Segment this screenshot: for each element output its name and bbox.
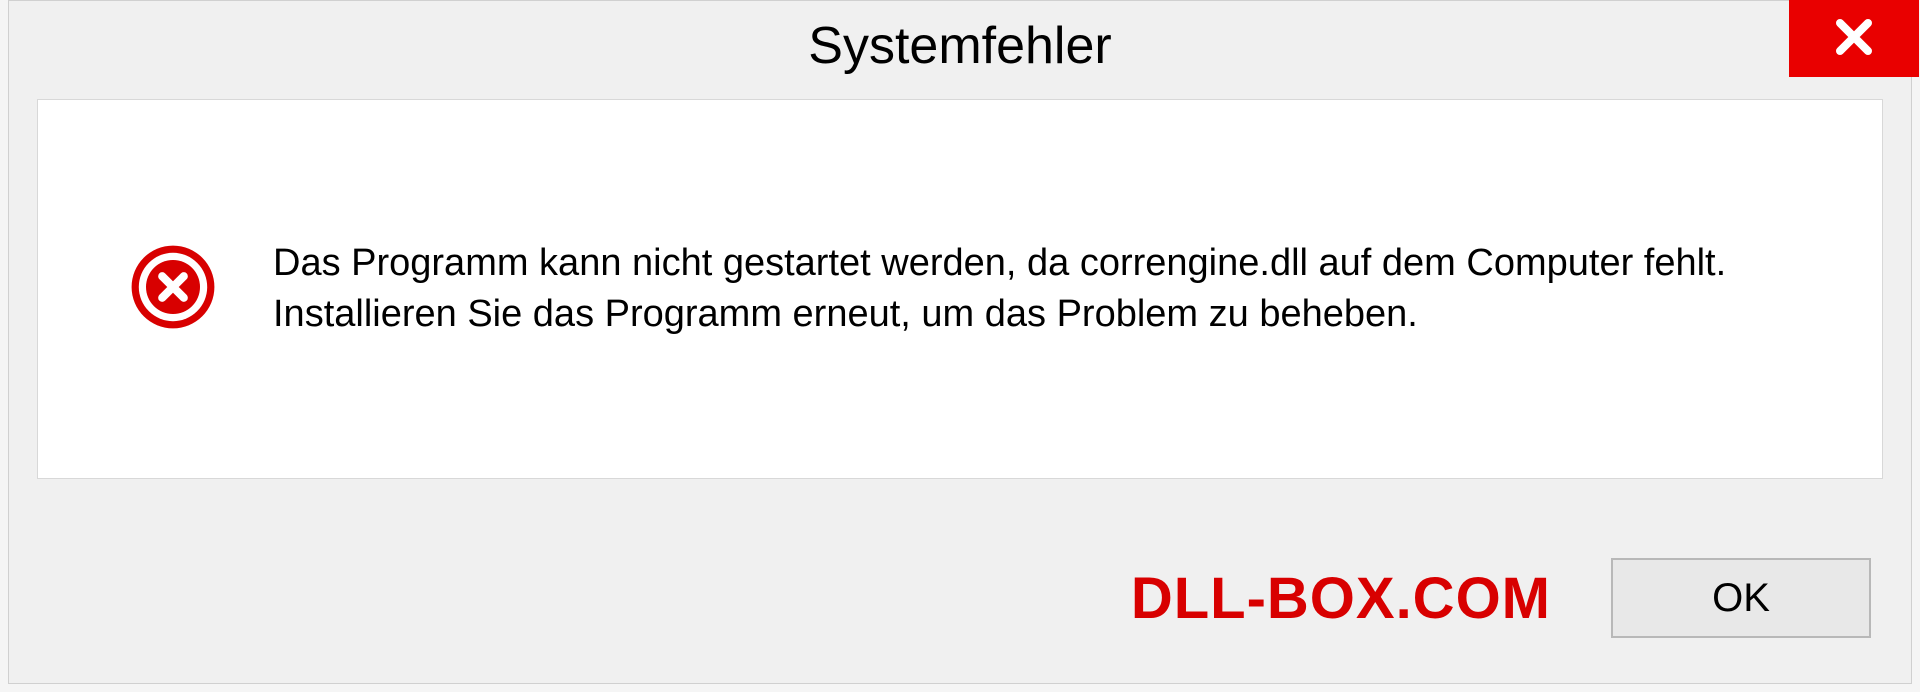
error-message: Das Programm kann nicht gestartet werden… — [273, 238, 1852, 341]
error-icon — [128, 242, 218, 337]
dialog-title: Systemfehler — [808, 16, 1111, 76]
dialog-footer: DLL-BOX.COM OK — [9, 513, 1911, 683]
close-icon — [1830, 13, 1878, 61]
error-dialog: Systemfehler Das Programm kann nicht ges… — [8, 0, 1912, 684]
content-area: Das Programm kann nicht gestartet werden… — [37, 99, 1883, 479]
close-button[interactable] — [1789, 0, 1919, 77]
ok-button[interactable]: OK — [1611, 558, 1871, 638]
titlebar: Systemfehler — [9, 1, 1911, 91]
watermark-text: DLL-BOX.COM — [1131, 565, 1551, 632]
